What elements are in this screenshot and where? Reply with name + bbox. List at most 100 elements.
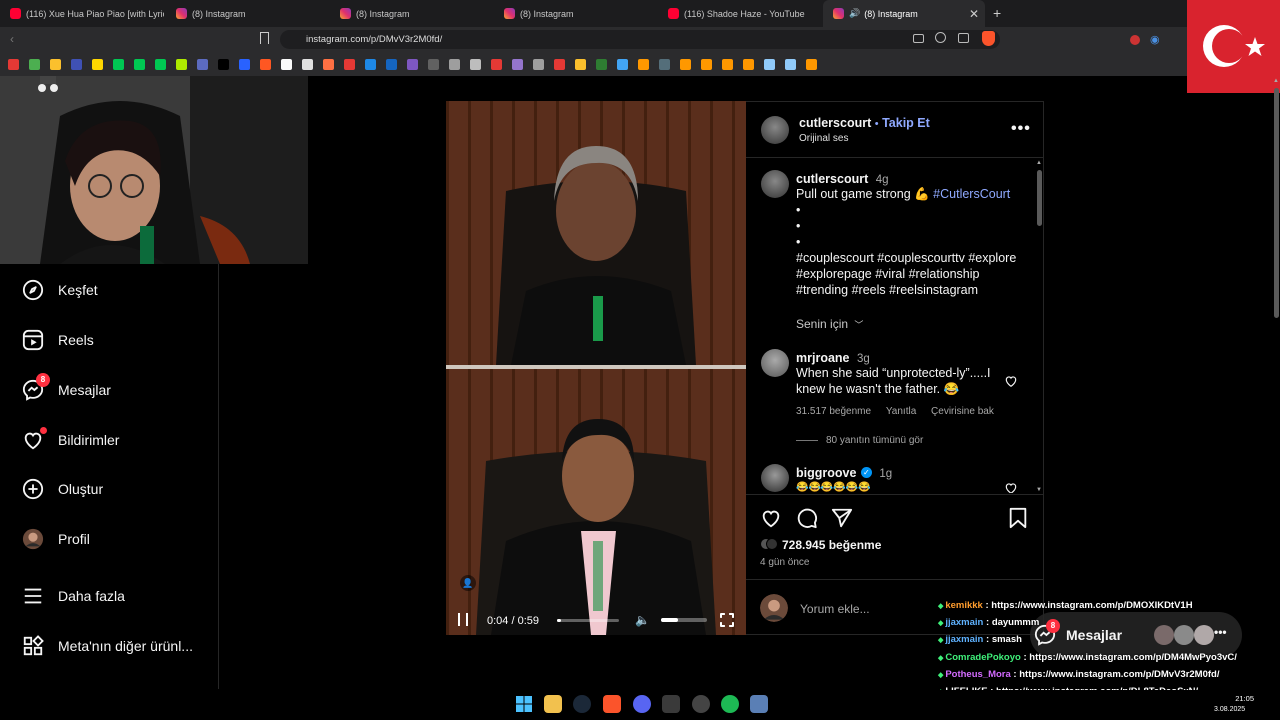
discord-icon[interactable] — [633, 695, 651, 713]
app-icon[interactable] — [750, 695, 768, 713]
bookmark-favicon-icon[interactable] — [680, 58, 691, 70]
sidebar-item-create[interactable]: Oluştur — [22, 478, 103, 500]
bookmark-favicon-icon[interactable] — [743, 58, 754, 70]
bookmark-favicon-icon[interactable] — [491, 58, 502, 70]
audio-label[interactable]: Orijinal ses — [799, 133, 848, 144]
bookmark-favicon-icon[interactable] — [659, 58, 670, 70]
share-icon[interactable] — [958, 33, 969, 43]
volume-icon[interactable]: 🔈 — [635, 613, 650, 627]
extension-icon[interactable]: ◉ — [1150, 33, 1160, 46]
bookmark-favicon-icon[interactable] — [533, 58, 544, 70]
more-options-icon[interactable]: ••• — [1214, 625, 1227, 639]
sidebar-item-profile[interactable]: Profil — [22, 528, 90, 550]
comment-input[interactable]: Yorum ekle... — [800, 602, 870, 616]
bookmark-favicon-icon[interactable] — [701, 58, 712, 70]
zoom-icon[interactable] — [935, 32, 946, 43]
sidebar-item-reels[interactable]: Reels — [22, 329, 94, 351]
sidebar-item-messages[interactable]: 8 Mesajlar — [22, 373, 111, 401]
bookmark-favicon-icon[interactable] — [113, 58, 124, 70]
bookmark-favicon-icon[interactable] — [617, 58, 628, 70]
translate-button[interactable]: Çevirisine bak — [931, 406, 994, 417]
bookmark-favicon-icon[interactable] — [428, 58, 439, 70]
tab-youtube-2[interactable]: (116) Shadoe Haze - YouTube — [658, 0, 820, 27]
url-input[interactable]: instagram.com/p/DMvV3r2M0fd/ — [280, 30, 1000, 49]
bookmark-favicon-icon[interactable] — [785, 58, 796, 70]
caption-avatar[interactable] — [761, 170, 789, 198]
bookmark-favicon-icon[interactable] — [71, 58, 82, 70]
app-icon[interactable] — [662, 695, 680, 713]
bookmark-favicon-icon[interactable] — [470, 58, 481, 70]
close-tab-icon[interactable]: ✕ — [969, 7, 979, 21]
file-explorer-icon[interactable] — [544, 695, 562, 713]
bookmark-favicon-icon[interactable] — [365, 58, 376, 70]
bookmark-favicon-icon[interactable] — [197, 58, 208, 70]
bookmark-favicon-icon[interactable] — [806, 58, 817, 70]
windows-start-icon[interactable] — [515, 695, 533, 713]
bookmark-favicon-icon[interactable] — [29, 58, 40, 70]
bookmark-icon[interactable] — [260, 32, 269, 44]
view-replies-button[interactable]: 80 yanıtın tümünü gör — [796, 435, 923, 446]
page-scrollbar[interactable]: ▲ — [1272, 76, 1280, 690]
bookmark-favicon-icon[interactable] — [323, 58, 334, 70]
bookmark-favicon-icon[interactable] — [596, 58, 607, 70]
obs-icon[interactable] — [692, 695, 710, 713]
bookmark-favicon-icon[interactable] — [554, 58, 565, 70]
bookmark-favicon-icon[interactable] — [155, 58, 166, 70]
brave-shield-icon[interactable] — [982, 31, 995, 46]
bookmark-favicon-icon[interactable] — [92, 58, 103, 70]
tab-instagram-3[interactable]: (8) Instagram — [494, 0, 656, 27]
tab-instagram-active[interactable]: 🔊 (8) Instagram — [823, 0, 985, 27]
share-paper-plane-icon[interactable] — [831, 507, 853, 534]
bookmark-favicon-icon[interactable] — [239, 58, 250, 70]
bookmark-favicon-icon[interactable] — [8, 58, 19, 70]
bookmark-favicon-icon[interactable] — [50, 58, 61, 70]
commenter-avatar[interactable] — [761, 349, 789, 377]
bookmark-favicon-icon[interactable] — [260, 58, 271, 70]
bookmark-favicon-icon[interactable] — [764, 58, 775, 70]
bookmark-favicon-icon[interactable] — [722, 58, 733, 70]
sort-dropdown[interactable]: Senin için ﹀ — [796, 317, 863, 331]
bookmark-favicon-icon[interactable] — [512, 58, 523, 70]
bookmark-favicon-icon[interactable] — [575, 58, 586, 70]
author-avatar[interactable] — [761, 116, 789, 144]
comment-bubble-icon[interactable] — [796, 507, 818, 534]
sidebar-item-more[interactable]: Daha fazla — [22, 585, 125, 607]
comments-list[interactable]: cutlerscourt 4g Pull out game strong 💪 #… — [746, 158, 1036, 493]
person-tag-icon[interactable]: 👤 — [460, 575, 476, 591]
bookmark-favicon-icon[interactable] — [134, 58, 145, 70]
follow-button[interactable]: Takip Et — [882, 116, 930, 130]
comment-like-heart-icon[interactable] — [1004, 374, 1018, 393]
sidebar-item-notifications[interactable]: Bildirimler — [22, 427, 119, 451]
more-options-icon[interactable]: ••• — [1011, 120, 1031, 138]
bookmark-favicon-icon[interactable] — [218, 58, 229, 70]
extension-icon[interactable] — [1130, 35, 1140, 45]
brave-browser-icon[interactable] — [603, 695, 621, 713]
bookmark-favicon-icon[interactable] — [281, 58, 292, 70]
clock[interactable]: 21:05 — [1224, 694, 1254, 703]
reply-button[interactable]: Yanıtla — [886, 406, 916, 417]
bookmark-favicon-icon[interactable] — [407, 58, 418, 70]
comment-like-heart-icon[interactable] — [1004, 481, 1018, 493]
commenter-avatar[interactable] — [761, 464, 789, 492]
cast-icon[interactable] — [913, 34, 924, 43]
likes-count[interactable]: 728.945 beğenme — [782, 538, 881, 552]
reel-video[interactable]: 👤 0:04 / 0:59 🔈 — [446, 101, 746, 635]
like-heart-icon[interactable] — [760, 507, 782, 534]
back-icon[interactable]: ‹ — [10, 32, 14, 46]
bookmark-favicon-icon[interactable] — [344, 58, 355, 70]
save-bookmark-icon[interactable] — [1008, 507, 1028, 534]
volume-slider[interactable] — [661, 618, 707, 622]
caption-hashtags[interactable]: #couplescourt #couplescourttv #explore #… — [796, 250, 1028, 298]
spotify-icon[interactable] — [721, 695, 739, 713]
bookmark-favicon-icon[interactable] — [449, 58, 460, 70]
hashtag-link[interactable]: #CutlersCourt — [933, 187, 1010, 201]
tab-youtube-1[interactable]: (116) Xue Hua Piao Piao [with Lyrics] — [0, 0, 164, 27]
sidebar-item-meta-products[interactable]: Meta'nın diğer ürünl... — [22, 635, 193, 657]
pause-icon[interactable] — [458, 613, 468, 626]
progress-bar[interactable] — [557, 619, 619, 622]
sidebar-item-explore[interactable]: Keşfet — [22, 279, 98, 301]
bookmark-favicon-icon[interactable] — [386, 58, 397, 70]
author-username[interactable]: cutlerscourt — [799, 116, 871, 130]
new-tab-icon[interactable]: + — [993, 5, 1001, 21]
tab-instagram-1[interactable]: (8) Instagram — [166, 0, 328, 27]
